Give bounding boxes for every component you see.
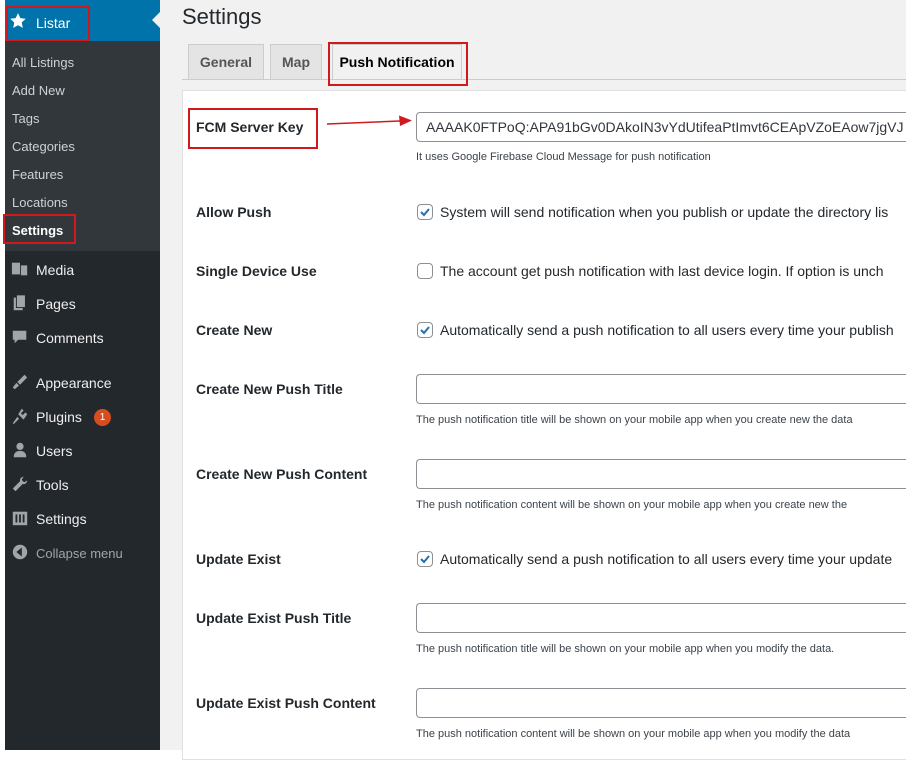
sidebar-item-label: Pages	[36, 296, 76, 312]
allow-push-text: System will send notification when you p…	[440, 204, 889, 220]
pages-icon	[13, 294, 26, 311]
fcm-server-key-description: It uses Google Firebase Cloud Message fo…	[416, 151, 711, 163]
update-exist-push-content-description: The push notification content will be sh…	[416, 728, 851, 740]
sidebar-item-plugins[interactable]: Plugins 1	[5, 402, 160, 432]
sidebar-item-appearance[interactable]: Appearance	[5, 368, 160, 398]
tab-push-notification[interactable]: Push Notification	[332, 44, 462, 80]
single-device-use-text: The account get push notification with l…	[440, 263, 884, 279]
star-icon	[10, 13, 26, 28]
create-new-label: Create New	[196, 322, 273, 338]
sidebar-item-tools[interactable]: Tools	[5, 470, 160, 500]
current-menu-arrow	[152, 12, 160, 28]
sidebar-item-listar[interactable]: Listar	[5, 0, 160, 41]
sidebar-item-label: Comments	[36, 330, 104, 346]
submenu-item-add-new[interactable]: Add New	[12, 83, 65, 98]
plugins-update-badge: 1	[94, 409, 111, 426]
sidebar-item-label: Appearance	[36, 375, 112, 391]
collapse-menu-label: Collapse menu	[36, 546, 123, 561]
sidebar-item-label: Users	[36, 443, 73, 459]
submenu-item-features[interactable]: Features	[12, 167, 63, 182]
collapse-menu-button[interactable]: Collapse menu	[5, 538, 160, 568]
create-new-push-content-input[interactable]	[416, 459, 906, 489]
appearance-icon	[12, 374, 28, 390]
create-new-push-title-description: The push notification title will be show…	[416, 414, 853, 426]
single-device-use-checkbox[interactable]	[417, 263, 433, 279]
tools-icon	[12, 476, 28, 492]
sidebar-item-media[interactable]: Media	[5, 255, 160, 285]
update-exist-push-content-label: Update Exist Push Content	[196, 695, 376, 711]
settings-panel: FCM Server Key AAAAK0FTPoQ:APA91bGv0DAko…	[182, 90, 906, 760]
plugins-icon	[12, 408, 28, 425]
update-exist-push-title-input[interactable]	[416, 603, 906, 633]
sidebar-item-comments[interactable]: Comments	[5, 323, 160, 353]
submenu-item-locations[interactable]: Locations	[12, 195, 68, 210]
sidebar-item-users[interactable]: Users	[5, 436, 160, 466]
settings-icon	[12, 511, 28, 526]
tab-general[interactable]: General	[188, 44, 264, 79]
sidebar-item-settings[interactable]: Settings	[5, 504, 160, 534]
sidebar-item-label: Listar	[36, 15, 71, 31]
media-icon	[11, 262, 28, 276]
update-exist-push-title-description: The push notification title will be show…	[416, 643, 835, 655]
create-new-push-content-label: Create New Push Content	[196, 466, 368, 482]
users-icon	[13, 442, 27, 458]
fcm-server-key-input[interactable]: AAAAK0FTPoQ:APA91bGv0DAkoIN3vYdUtifeaPtI…	[416, 112, 906, 142]
sidebar-item-label: Tools	[36, 477, 69, 493]
sidebar-item-label: Settings	[36, 511, 87, 527]
comments-icon	[12, 330, 27, 344]
fcm-server-key-label: FCM Server Key	[196, 119, 304, 135]
update-exist-text: Automatically send a push notification t…	[440, 551, 893, 567]
create-new-checkbox[interactable]	[417, 322, 433, 338]
create-new-push-title-input[interactable]	[416, 374, 906, 404]
create-new-text: Automatically send a push notification t…	[440, 322, 894, 338]
allow-push-checkbox[interactable]	[417, 204, 433, 220]
sidebar-item-pages[interactable]: Pages	[5, 289, 160, 319]
page-title: Settings	[182, 4, 262, 29]
create-new-push-content-description: The push notification content will be sh…	[416, 499, 848, 511]
submenu-item-tags[interactable]: Tags	[12, 111, 39, 126]
allow-push-label: Allow Push	[196, 204, 272, 220]
tab-map[interactable]: Map	[270, 44, 322, 79]
create-new-push-title-label: Create New Push Title	[196, 381, 343, 397]
admin-sidebar: Listar All Listings Add New Tags Categor…	[3, 0, 160, 750]
annotation-arrow-icon	[326, 115, 412, 126]
tab-divider	[182, 79, 906, 80]
listar-submenu: All Listings Add New Tags Categories Fea…	[5, 41, 160, 251]
main-content: Settings General Map Push Notification F…	[160, 0, 906, 760]
submenu-item-categories[interactable]: Categories	[12, 139, 75, 154]
update-exist-push-title-label: Update Exist Push Title	[196, 610, 352, 626]
update-exist-push-content-input[interactable]	[416, 688, 906, 718]
single-device-use-label: Single Device Use	[196, 263, 317, 279]
submenu-item-settings[interactable]: Settings	[12, 223, 63, 238]
checkmark-icon	[420, 208, 430, 217]
checkmark-icon	[420, 555, 430, 564]
sidebar-item-label: Plugins	[36, 409, 82, 425]
collapse-icon	[12, 544, 28, 560]
update-exist-checkbox[interactable]	[417, 551, 433, 567]
submenu-item-all-listings[interactable]: All Listings	[12, 55, 74, 70]
sidebar-item-label: Media	[36, 262, 75, 278]
update-exist-label: Update Exist	[196, 551, 281, 567]
checkmark-icon	[420, 326, 430, 335]
